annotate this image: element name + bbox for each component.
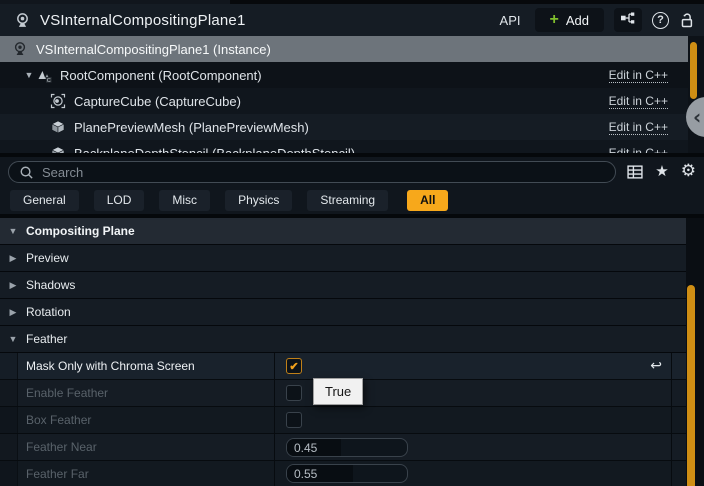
filter-general[interactable]: General [10,190,79,211]
webcam-icon [14,12,31,29]
chevron-down-icon: ▼ [0,226,26,236]
reset-to-default-icon[interactable]: ↩ [650,359,662,373]
box-feather-checkbox[interactable] [286,412,302,428]
indent-strip [0,434,18,460]
check-icon: ✔ [289,360,298,373]
api-link[interactable]: API [500,13,521,28]
property-label: Feather Near [18,434,275,460]
plus-icon: + [550,12,559,28]
category-shadows[interactable]: ▶ Shadows [0,272,686,299]
page-title: VSInternalCompositingPlane1 [40,12,246,29]
filter-lod[interactable]: LOD [94,190,145,211]
filter-physics[interactable]: Physics [225,190,292,211]
details-panel-window: VSInternalCompositingPlane1 API + Add [0,0,704,486]
property-label: Mask Only with Chroma Screen [18,353,275,379]
category-preview[interactable]: ▶ Preview [0,245,686,272]
help-icon[interactable]: ? [652,12,669,29]
favorites-star-icon[interactable]: ★ [655,164,668,179]
details-list: ▼ Compositing Plane ▶ Preview ▶ Shadows … [0,218,704,486]
svg-text:C: C [47,78,51,83]
chevron-left-icon: ‹ [693,105,701,129]
indent-strip [0,380,18,406]
value-tooltip: True [313,378,363,405]
tree-row-planepreviewmesh[interactable]: PlanePreviewMesh (PlanePreviewMesh) Edit… [0,114,688,140]
property-label: Enable Feather [18,380,275,406]
tree-row-rootcomponent[interactable]: ▼ C RootComponent (RootComponent) Edit i… [0,62,688,88]
tree-scrollbar-thumb[interactable] [690,42,697,99]
property-label: Feather Far [18,461,275,486]
row-feather-far: Feather Far 0.55 [0,461,686,486]
details-scrollbar-thumb[interactable] [687,285,695,486]
chevron-down-icon[interactable]: ▼ [22,70,36,80]
category-compositing-plane[interactable]: ▼ Compositing Plane [0,218,686,245]
static-mesh-icon [50,119,66,135]
reset-column [672,461,686,486]
search-input[interactable] [8,161,616,183]
property-label: Box Feather [18,407,275,433]
grid-view-icon[interactable] [627,165,643,179]
enable-feather-checkbox[interactable] [286,385,302,401]
feather-near-input[interactable]: 0.45 [286,438,408,457]
scene-component-icon: C [36,67,52,83]
unlock-icon[interactable] [679,12,694,29]
indent-strip [0,461,18,486]
add-component-button[interactable]: + Add [535,8,604,32]
tree-row-capturecube[interactable]: CaptureCube (CaptureCube) Edit in C++ [0,88,688,114]
edit-in-cpp-link[interactable]: Edit in C++ [609,94,668,109]
indent-strip [0,353,18,379]
capture-cube-icon [50,93,66,109]
edit-blueprint-button[interactable] [614,8,642,32]
indent-strip [0,407,18,433]
filter-streaming[interactable]: Streaming [307,190,388,211]
reset-column [672,407,686,433]
webcam-icon [12,41,28,57]
filter-misc[interactable]: Misc [159,190,210,211]
chevron-right-icon: ▶ [0,280,26,291]
category-feather[interactable]: ▼ Feather [0,326,686,353]
filter-row: General LOD Misc Physics Streaming All [0,186,704,214]
tree-row-instance[interactable]: VSInternalCompositingPlane1 (Instance) [0,36,688,62]
component-tree: VSInternalCompositingPlane1 (Instance) ▼… [0,36,704,153]
edit-in-cpp-link[interactable]: Edit in C++ [609,68,668,83]
category-rotation[interactable]: ▶ Rotation [0,299,686,326]
edit-in-cpp-link[interactable]: Edit in C++ [609,146,668,154]
mask-only-checkbox[interactable]: ✔ [286,358,302,374]
reset-column [672,380,686,406]
chevron-down-icon: ▼ [0,334,26,344]
blueprint-graph-icon [620,11,636,30]
chevron-right-icon: ▶ [0,253,26,264]
reset-column [672,353,686,379]
row-feather-near: Feather Near 0.45 [0,434,686,461]
search-row: ★ ⚙ [0,157,704,186]
titlebar: VSInternalCompositingPlane1 API + Add [0,4,704,36]
static-mesh-icon [50,145,66,153]
edit-in-cpp-link[interactable]: Edit in C++ [609,120,668,135]
chevron-right-icon: ▶ [0,307,26,318]
row-box-feather: Box Feather [0,407,686,434]
tree-row-backplanedepthstencil[interactable]: BackplaneDepthStencil (BackplaneDepthSte… [0,140,688,153]
filter-all[interactable]: All [407,190,448,211]
settings-gear-icon[interactable]: ⚙ [681,163,696,180]
search-icon [19,165,34,180]
reset-column [672,434,686,460]
row-mask-only-with-chroma-screen: Mask Only with Chroma Screen ✔ ↩ [0,353,686,380]
search-field[interactable] [42,165,542,180]
feather-far-input[interactable]: 0.55 [286,464,408,483]
